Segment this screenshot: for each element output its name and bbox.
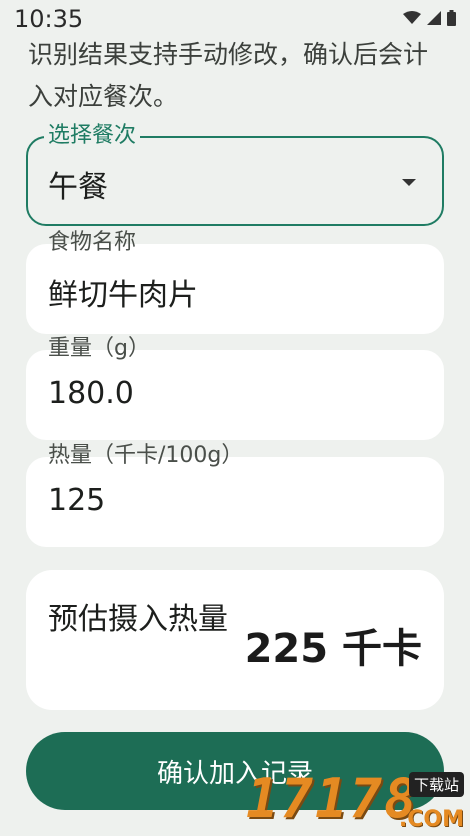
signal-icon (427, 11, 441, 25)
watermark-logo: 17178 下载站 .COM (246, 767, 464, 832)
food-name-input[interactable]: 鲜切牛肉片 (48, 270, 198, 314)
calories-field[interactable]: 热量（千卡/100g） 125 (26, 443, 444, 547)
weight-field[interactable]: 重量（g） 180.0 (26, 336, 444, 440)
meal-select-value: 午餐 (48, 170, 108, 205)
food-name-label: 食物名称 (48, 230, 137, 255)
watermark-tag: 下载站 (408, 772, 464, 797)
status-icons (403, 10, 456, 26)
dropdown-arrow-icon[interactable] (402, 179, 416, 186)
estimate-label: 预估摄入热量 (48, 602, 228, 637)
battery-icon (447, 10, 456, 26)
weight-label: 重量（g） (48, 336, 150, 361)
meal-select[interactable]: 选择餐次 午餐 (26, 121, 444, 226)
calories-label: 热量（千卡/100g） (48, 443, 244, 468)
estimate-card: 预估摄入热量 225 千卡 (26, 570, 444, 710)
instruction-text: 识别结果支持手动修改，确认后会计入对应餐次。 (28, 40, 429, 111)
estimate-value: 225 千卡 (244, 626, 422, 672)
status-bar: 10:35 (0, 0, 470, 34)
watermark-number: 17178 (246, 767, 419, 830)
meal-select-label: 选择餐次 (44, 121, 141, 151)
watermark-suffix: .COM (398, 807, 464, 832)
food-name-field[interactable]: 食物名称 鲜切牛肉片 (26, 230, 444, 334)
calories-input[interactable]: 125 (48, 483, 105, 518)
status-time: 10:35 (14, 5, 84, 33)
weight-input[interactable]: 180.0 (48, 376, 134, 411)
wifi-icon (403, 11, 421, 24)
